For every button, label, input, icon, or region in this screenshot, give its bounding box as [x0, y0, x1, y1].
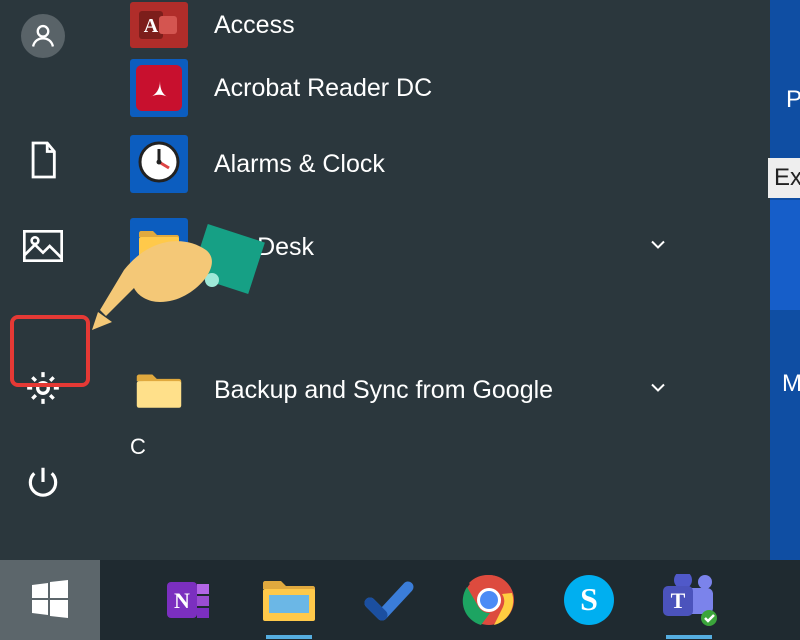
tile-bg: [130, 135, 188, 193]
settings-button[interactable]: [13, 360, 73, 420]
file-explorer-icon: [261, 577, 317, 623]
pictures-icon: [23, 230, 63, 267]
app-label: Access: [214, 11, 295, 40]
user-icon: [21, 14, 65, 58]
section-header-c[interactable]: C: [130, 434, 670, 460]
document-icon: [26, 140, 60, 185]
folder-icon: [130, 293, 188, 351]
app-label: Alarms & Clock: [214, 150, 385, 179]
tile-text: M: [768, 370, 800, 398]
taskbar-active-indicator: [666, 635, 712, 639]
app-item-access[interactable]: A Access: [130, 0, 670, 50]
todo-icon: [362, 573, 416, 627]
taskbar-onenote[interactable]: N: [160, 571, 218, 629]
app-item-anydesk[interactable]: AnyDesk New: [130, 202, 670, 292]
folder-icon: [130, 361, 188, 419]
app-item-acrobat[interactable]: Acrobat Reader DC: [130, 50, 670, 126]
taskbar: N S T: [0, 560, 800, 640]
onenote-icon: N: [163, 574, 215, 626]
app-item-obscured[interactable]: [130, 292, 670, 352]
teams-icon: T: [661, 574, 717, 626]
chevron-down-icon: [646, 376, 670, 405]
chrome-icon: [462, 573, 516, 627]
windows-icon: [29, 577, 71, 624]
svg-text:N: N: [174, 588, 190, 613]
skype-icon: S: [562, 573, 616, 627]
folder-icon: [137, 227, 181, 268]
tile-text: P: [768, 86, 800, 114]
taskbar-file-explorer[interactable]: [260, 571, 318, 629]
all-apps-list: A Access Acrobat Reader DC Alarms & Cloc…: [130, 0, 670, 560]
tile-fragment: [770, 200, 800, 310]
start-button[interactable]: [0, 560, 100, 640]
svg-text:A: A: [144, 15, 159, 37]
taskbar-pinned: N S T: [160, 560, 718, 640]
start-menu: A Access Acrobat Reader DC Alarms & Cloc…: [0, 0, 800, 560]
documents-button[interactable]: [13, 132, 73, 192]
tile-bg: [130, 59, 188, 117]
taskbar-skype[interactable]: S: [560, 571, 618, 629]
start-tiles-edge: P Ex M: [770, 0, 800, 560]
app-item-alarms[interactable]: Alarms & Clock: [130, 126, 670, 202]
tile-bg: [130, 218, 188, 276]
taskbar-chrome[interactable]: [460, 571, 518, 629]
svg-text:T: T: [671, 588, 686, 613]
power-button[interactable]: [13, 454, 73, 514]
power-icon: [24, 463, 62, 506]
app-item-backup-sync[interactable]: Backup and Sync from Google: [130, 352, 670, 428]
user-account-button[interactable]: [13, 6, 73, 66]
app-new-badge: New: [214, 248, 258, 274]
acrobat-icon: [136, 65, 182, 111]
app-label: Backup and Sync from Google: [214, 376, 553, 405]
taskbar-ms-todo[interactable]: [360, 571, 418, 629]
gear-icon: [23, 368, 63, 413]
taskbar-teams[interactable]: T: [660, 571, 718, 629]
app-label: Acrobat Reader DC: [214, 74, 432, 103]
tile-text: Ex: [768, 158, 800, 198]
pictures-button[interactable]: [13, 218, 73, 278]
svg-text:S: S: [580, 581, 598, 617]
access-icon: A: [130, 2, 188, 48]
clock-icon: [137, 140, 181, 189]
chevron-down-icon: [646, 233, 670, 262]
start-rail: [0, 0, 86, 560]
taskbar-active-indicator: [266, 635, 312, 639]
